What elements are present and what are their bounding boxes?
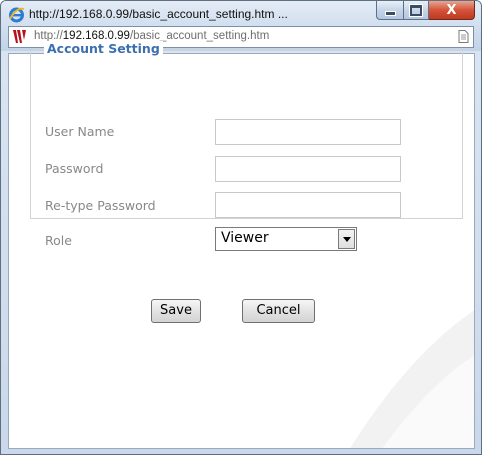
role-label: Role: [45, 233, 72, 248]
maximize-icon: [409, 3, 423, 17]
minimize-button[interactable]: [376, 1, 403, 20]
window-title: http://192.168.0.99/basic_account_settin…: [29, 7, 288, 21]
dropdown-arrow-icon[interactable]: [338, 229, 355, 249]
username-label: User Name: [45, 124, 115, 139]
page-icon[interactable]: [458, 30, 469, 43]
role-selected-value: Viewer: [221, 230, 269, 246]
retype-password-input[interactable]: [215, 192, 401, 218]
close-button[interactable]: X: [429, 1, 475, 20]
save-button[interactable]: Save: [151, 299, 201, 323]
cancel-button[interactable]: Cancel: [242, 299, 315, 323]
role-select[interactable]: Viewer: [215, 227, 357, 251]
close-icon: X: [446, 2, 457, 18]
ie-icon: [9, 7, 25, 23]
window-controls: X: [376, 1, 475, 21]
retype-password-label: Re-type Password: [45, 198, 156, 213]
password-label: Password: [45, 161, 104, 176]
browser-popup-window: http://192.168.0.99/basic_account_settin…: [0, 0, 482, 455]
minimize-icon: [384, 10, 396, 16]
username-input[interactable]: [215, 119, 401, 145]
site-logo-icon: [12, 28, 28, 45]
maximize-button[interactable]: [403, 1, 429, 20]
fieldset-legend: Account Setting: [44, 41, 163, 56]
password-input[interactable]: [215, 156, 401, 182]
